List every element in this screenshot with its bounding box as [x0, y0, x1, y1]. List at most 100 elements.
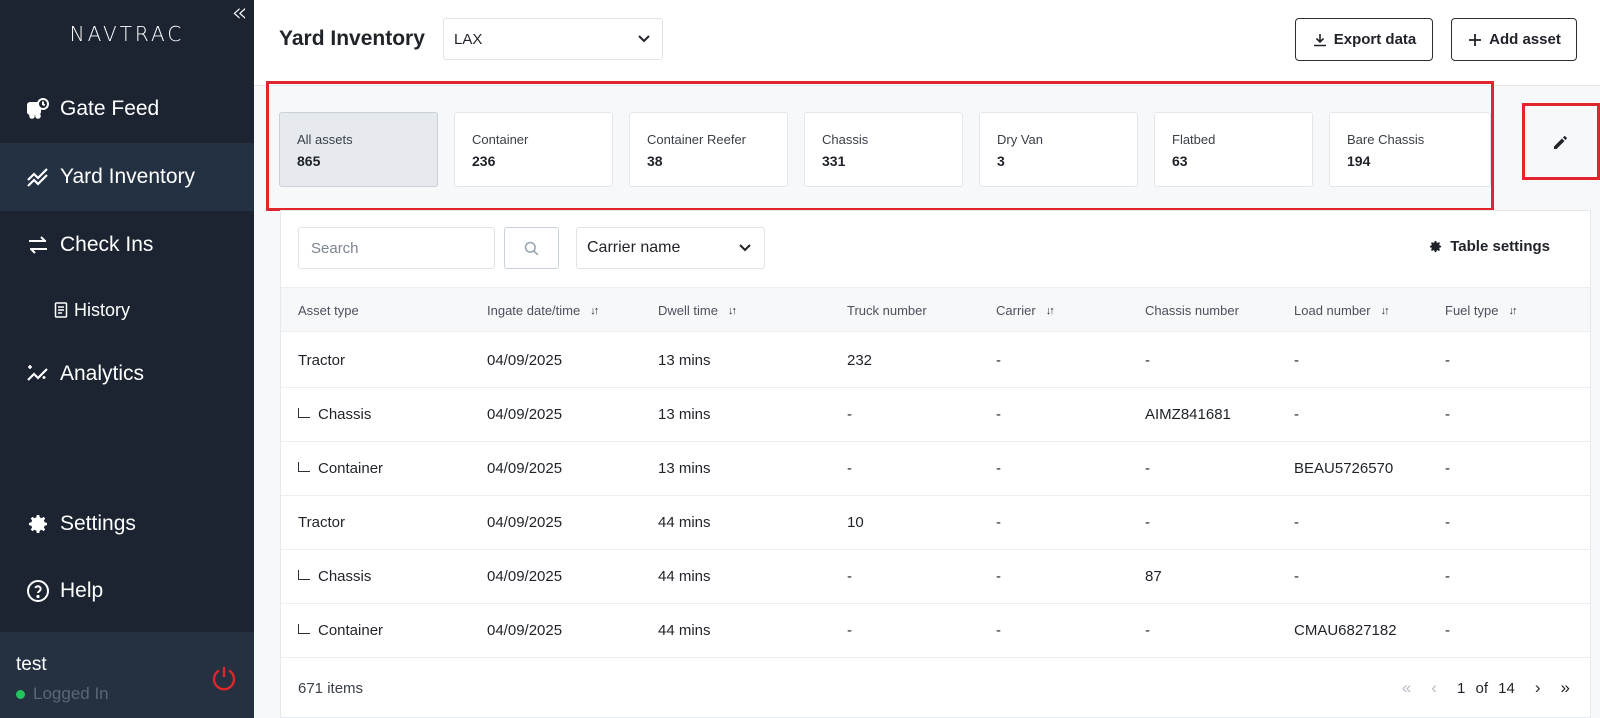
table-row[interactable]: Chassis 04/09/2025 44 mins - - 87 - -: [281, 549, 1590, 604]
cell-fuel: -: [1445, 406, 1450, 423]
col-label: Asset type: [298, 303, 359, 318]
location-value: LAX: [454, 30, 483, 48]
col-dwell-time[interactable]: Dwell time ↓↑: [658, 303, 737, 318]
nav-label: Analytics: [60, 362, 145, 385]
sort-icon[interactable]: ↓↑: [1381, 305, 1390, 317]
cell-date: 04/09/2025: [487, 460, 563, 477]
card-all-assets[interactable]: All assets 865: [279, 112, 438, 187]
card-count: 236: [472, 153, 496, 169]
cell-load: BEAU5726570: [1294, 460, 1394, 477]
col-label: Carrier: [996, 303, 1036, 318]
table-settings-button[interactable]: Table settings: [1428, 238, 1550, 255]
page-title: Yard Inventory: [279, 27, 425, 50]
last-page-icon[interactable]: »: [1561, 678, 1570, 698]
table-row[interactable]: Container 04/09/2025 44 mins - - - CMAU6827182…: [281, 603, 1590, 658]
trend-line-icon: [27, 168, 48, 187]
col-label: Ingate date/time: [487, 303, 581, 318]
cell-fuel: -: [1445, 622, 1450, 639]
nav-label: Gate Feed: [60, 97, 160, 120]
search-icon: [524, 241, 539, 255]
cell-carrier: -: [996, 406, 1001, 423]
status-text: Logged In: [33, 684, 109, 703]
nav-settings[interactable]: Settings: [0, 490, 254, 558]
table-header: Asset type Ingate date/time ↓↑ Dwell time…: [281, 287, 1590, 332]
header: Yard Inventory LAX Export data Add asset: [254, 0, 1600, 86]
nav-history[interactable]: History: [0, 282, 254, 338]
export-data-button[interactable]: Export data: [1295, 18, 1433, 61]
nav-help[interactable]: Help: [0, 557, 254, 625]
card-flatbed[interactable]: Flatbed 63: [1154, 112, 1313, 187]
asset-type-text: Tractor: [298, 514, 345, 531]
card-container-reefer[interactable]: Container Reefer 38: [629, 112, 788, 187]
card-label: Container: [472, 132, 529, 147]
nav-label: Settings: [60, 512, 136, 535]
search-button[interactable]: [504, 227, 559, 269]
edit-cards-button[interactable]: [1522, 103, 1600, 180]
card-count: 194: [1347, 153, 1371, 169]
card-chassis[interactable]: Chassis 331: [804, 112, 963, 187]
col-carrier[interactable]: Carrier ↓↑: [996, 303, 1055, 318]
col-label: Chassis number: [1145, 303, 1239, 318]
add-asset-button[interactable]: Add asset: [1451, 18, 1577, 61]
next-page-icon[interactable]: ›: [1535, 678, 1541, 698]
nav-yard-inventory[interactable]: Yard Inventory: [0, 143, 254, 211]
card-bare-chassis[interactable]: Bare Chassis 194: [1329, 112, 1491, 187]
nav-gate-feed[interactable]: Gate Feed: [0, 75, 254, 143]
swap-arrows-icon: [29, 236, 47, 254]
card-label: Bare Chassis: [1347, 132, 1425, 147]
sidebar: NAVTRAC « Gate Feed Yard Inventory Check…: [0, 0, 254, 718]
col-fuel-type[interactable]: Fuel type ↓↑: [1445, 303, 1517, 318]
sort-icon[interactable]: ↓↑: [1046, 305, 1055, 317]
col-label: Load number: [1294, 303, 1371, 318]
power-icon[interactable]: [210, 664, 238, 692]
sort-icon[interactable]: ↓↑: [1508, 305, 1517, 317]
cell-asset-type: Chassis: [298, 568, 371, 585]
cell-load: -: [1294, 568, 1299, 585]
cell-dwell: 44 mins: [658, 622, 711, 639]
cell-chassis: 87: [1145, 568, 1162, 585]
table-row[interactable]: Tractor 04/09/2025 13 mins 232 - - - -: [281, 333, 1590, 388]
col-load-number[interactable]: Load number ↓↑: [1294, 303, 1390, 318]
child-branch-icon: [298, 570, 310, 580]
cell-date: 04/09/2025: [487, 406, 563, 423]
card-count: 3: [997, 153, 1005, 169]
search-input[interactable]: [298, 227, 495, 269]
table-row[interactable]: Container 04/09/2025 13 mins - - - BEAU5726570…: [281, 441, 1590, 496]
logo: NAVTRAC «: [0, 0, 254, 68]
cell-fuel: -: [1445, 568, 1450, 585]
nav-label: Help: [60, 579, 104, 602]
card-container[interactable]: Container 236: [454, 112, 613, 187]
items-count: 671 items: [298, 680, 364, 697]
card-count: 865: [297, 153, 321, 169]
carrier-select[interactable]: Carrier name: [576, 227, 765, 269]
table-settings-label: Table settings: [1450, 238, 1550, 255]
table-row[interactable]: Tractor 04/09/2025 44 mins 10 - - - -: [281, 495, 1590, 550]
card-dry-van[interactable]: Dry Van 3: [979, 112, 1138, 187]
nav-check-ins[interactable]: Check Ins: [0, 211, 254, 279]
col-truck-number: Truck number: [847, 303, 927, 318]
asset-type-text: Tractor: [298, 352, 345, 369]
col-label: Truck number: [847, 303, 927, 318]
table-row[interactable]: Chassis 04/09/2025 13 mins - - AIMZ841681 - -: [281, 387, 1590, 442]
col-ingate-date[interactable]: Ingate date/time ↓↑: [487, 303, 599, 318]
page-current: 1: [1456, 679, 1466, 697]
sort-icon[interactable]: ↓↑: [728, 305, 737, 317]
nav-label: Check Ins: [60, 233, 154, 256]
cell-date: 04/09/2025: [487, 568, 563, 585]
question-circle-icon: [27, 580, 49, 602]
col-asset-type: Asset type: [298, 303, 359, 318]
plus-icon: [1469, 33, 1482, 46]
child-branch-icon: [298, 408, 310, 418]
card-count: 63: [1172, 153, 1188, 169]
prev-page-icon[interactable]: ‹: [1431, 678, 1437, 698]
card-label: All assets: [297, 132, 353, 147]
nav-analytics[interactable]: Analytics: [0, 340, 254, 408]
card-label: Flatbed: [1172, 132, 1216, 147]
cell-asset-type: Tractor: [298, 352, 345, 369]
sort-icon[interactable]: ↓↑: [590, 305, 599, 317]
col-label: Dwell time: [658, 303, 718, 318]
first-page-icon[interactable]: «: [1402, 678, 1411, 698]
location-select[interactable]: LAX: [443, 18, 663, 60]
cell-load: -: [1294, 514, 1299, 531]
double-chevron-left-icon[interactable]: «: [231, 0, 250, 28]
